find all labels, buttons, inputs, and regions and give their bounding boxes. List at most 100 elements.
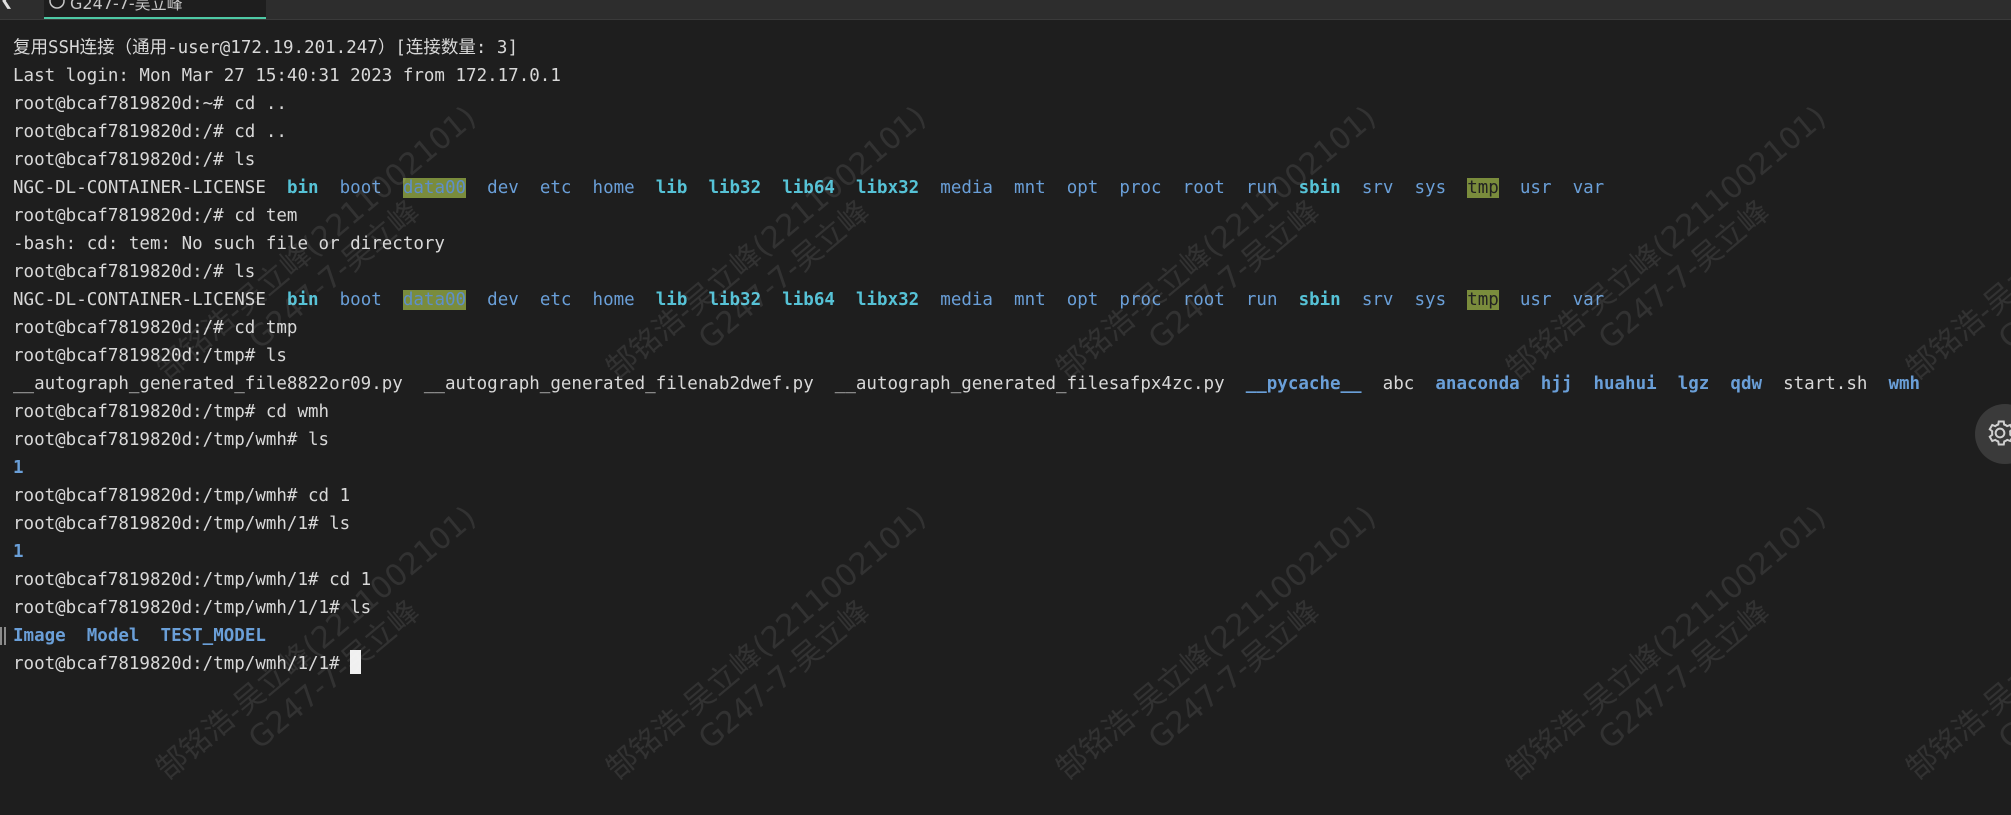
directory-entry: __pycache__	[1245, 374, 1362, 394]
terminal-text: start.sh	[1762, 374, 1889, 394]
terminal-line: root@bcaf7819820d:/# ls	[13, 146, 255, 174]
terminal-text: root@bcaf7819820d:/# ls	[13, 262, 256, 282]
terminal-line: root@bcaf7819820d:/tmp/wmh/1# cd 1	[13, 566, 371, 594]
directory-entry: Image	[13, 626, 66, 646]
terminal-text: root@bcaf7819820d:/tmp/wmh/1# cd 1	[13, 570, 372, 590]
directory-entry: dev	[487, 290, 519, 310]
directory-entry: home	[592, 290, 635, 310]
terminal-line: NGC-DL-CONTAINER-LICENSE bin boot data00…	[13, 286, 1604, 314]
terminal-text: Last login: Mon Mar 27 15:40:31 2023 fro…	[13, 66, 561, 86]
directory-entry: media	[940, 290, 993, 310]
directory-entry: data00	[402, 290, 467, 310]
directory-entry: wmh	[1888, 374, 1921, 394]
directory-entry: lib64	[782, 178, 835, 198]
directory-entry: tmp	[1467, 290, 1499, 310]
directory-entry: opt	[1066, 178, 1099, 198]
directory-entry: etc	[539, 178, 572, 198]
terminal-text: root@bcaf7819820d:/tmp/wmh# ls	[13, 430, 330, 450]
directory-entry: libx32	[855, 178, 920, 198]
terminal-text: NGC-DL-CONTAINER-LICENSE	[13, 178, 287, 198]
terminal-text: -bash: cd: tem: No such file or director…	[13, 234, 445, 254]
directory-entry: root	[1182, 290, 1225, 310]
directory-entry: anaconda	[1435, 374, 1520, 394]
directory-entry: sys	[1414, 178, 1447, 198]
terminal-text: root@bcaf7819820d:/tmp/wmh/1/1# ls	[13, 598, 372, 618]
terminal-line: 1	[13, 454, 24, 482]
terminal-line: root@bcaf7819820d:/tmp/wmh/1# ls	[13, 510, 350, 538]
directory-entry: opt	[1066, 290, 1099, 310]
tab-scroll-left-icon[interactable]: ❮	[0, 0, 13, 13]
terminal-line: Last login: Mon Mar 27 15:40:31 2023 fro…	[13, 62, 561, 90]
terminal-text: root@bcaf7819820d:/tmp# ls	[13, 346, 287, 366]
terminal-line: -bash: cd: tem: No such file or director…	[13, 230, 445, 258]
terminal-text: root@bcaf7819820d:~# cd ..	[13, 94, 287, 114]
directory-entry: bin	[286, 178, 319, 198]
directory-entry: bin	[286, 290, 319, 310]
terminal-text: root@bcaf7819820d:/tmp/wmh# cd 1	[13, 486, 351, 506]
tab-label: G247-7-吴立峰	[70, 0, 183, 13]
directory-entry: 1	[13, 458, 24, 478]
terminal-line: root@bcaf7819820d:/tmp/wmh# cd 1	[13, 482, 350, 510]
directory-entry: lib	[655, 290, 688, 310]
directory-entry: media	[940, 178, 993, 198]
terminal-text: root@bcaf7819820d:/tmp/wmh/1# ls	[13, 514, 351, 534]
directory-entry: qdw	[1730, 374, 1763, 394]
terminal-line: root@bcaf7819820d:/# cd ..	[13, 118, 287, 146]
directory-entry: usr	[1519, 178, 1552, 198]
terminal-line: root@bcaf7819820d:/tmp# ls	[13, 342, 287, 370]
directory-entry: lib32	[708, 178, 762, 198]
directory-entry: usr	[1519, 290, 1552, 310]
directory-entry: lib	[655, 178, 688, 198]
directory-entry: 1	[13, 542, 24, 562]
tab-bar: ❮ G247-7-吴立峰	[0, 0, 2011, 20]
directory-entry: home	[592, 178, 635, 198]
terminal-line: __autograph_generated_file8822or09.py __…	[13, 370, 1920, 398]
directory-entry: etc	[539, 290, 572, 310]
terminal-line: root@bcaf7819820d:/tmp/wmh/1/1#	[13, 650, 362, 678]
directory-entry: libx32	[855, 290, 920, 310]
terminal-icon	[49, 0, 65, 9]
directory-entry: mnt	[1014, 178, 1046, 198]
directory-entry: srv	[1361, 290, 1394, 310]
terminal-line: root@bcaf7819820d:/# ls	[13, 258, 255, 286]
directory-entry: lgz	[1677, 374, 1710, 394]
directory-entry: srv	[1361, 178, 1394, 198]
directory-entry: run	[1245, 290, 1278, 310]
directory-entry: var	[1572, 290, 1605, 310]
directory-entry: boot	[339, 178, 382, 198]
directory-entry: mnt	[1014, 290, 1046, 310]
terminal-output[interactable]: 复用SSH连接（通用-user@172.19.201.247）[连接数量: 3]…	[0, 34, 2011, 734]
tab-terminal-session[interactable]: G247-7-吴立峰	[44, 0, 266, 19]
directory-entry: sys	[1414, 290, 1447, 310]
